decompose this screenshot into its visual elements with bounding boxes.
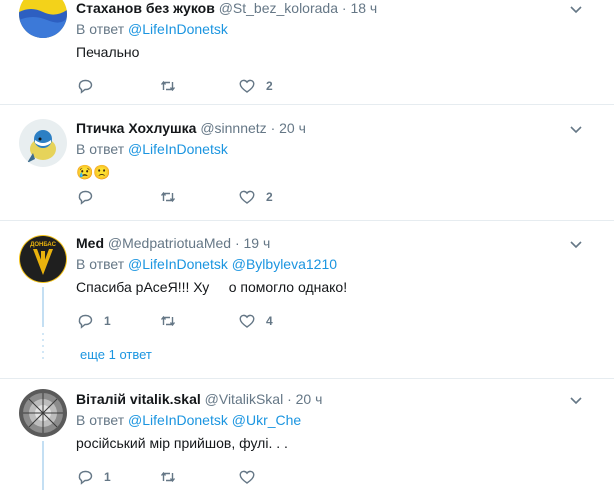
reply-context: В ответ @LifeInDonetsk [76,19,614,39]
like-icon [239,314,255,328]
like-icon [239,470,255,484]
display-name[interactable]: Med [76,235,104,251]
thread-line [42,287,44,327]
mention-link[interactable]: @LifeInDonetsk [128,141,228,157]
svg-text:ДОНБАС: ДОНБАС [30,242,57,248]
tweet-text: Печально [76,44,140,60]
reply-button[interactable] [76,76,104,96]
reply-prefix: В ответ [76,21,125,37]
tweet-text: Спасиба рАсеЯ!!! Ху о помогло однако! [76,279,348,295]
mention-link[interactable]: @LifeInDonetsk [128,21,228,37]
reply-icon [78,190,93,205]
reply-icon [78,314,93,329]
retweet-icon [160,191,176,203]
user-handle[interactable]: @MedpatriotuaMed [108,235,231,251]
reply-button[interactable]: 1 [76,311,111,331]
like-button[interactable]: 2 [238,76,273,96]
display-name[interactable]: Птичка Хохлушка [76,120,196,136]
reply-icon [78,470,93,485]
avatar[interactable]: ДОНБАС [19,235,67,283]
retweet-button[interactable] [159,467,187,487]
reply-count: 1 [104,470,111,484]
timestamp[interactable]: 20 ч [279,120,306,136]
tweet-text: 😢🙁 [76,164,111,180]
tweet[interactable]: Стаханов без жуков @St_bez_kolorada · 18… [0,0,614,105]
tweet-header: Med @MedpatriotuaMed · 19 ч [76,235,271,251]
retweet-button[interactable] [159,76,187,96]
show-more-replies-link[interactable]: еще 1 ответ [80,347,152,362]
avatar[interactable] [19,0,67,38]
timestamp[interactable]: 20 ч [296,391,323,407]
like-icon [239,79,255,93]
like-button[interactable]: 2 [238,187,273,207]
retweet-button[interactable] [159,187,187,207]
tweet-header: Стаханов без жуков @St_bez_kolorada · 18… [76,0,378,16]
like-icon [239,190,255,204]
retweet-button[interactable] [159,311,187,331]
reply-context: В ответ @LifeInDonetsk [76,139,614,159]
reply-context: В ответ @LifeInDonetsk @Bylbyleva1210 [76,254,614,274]
like-button[interactable] [238,467,266,487]
tweet-actions: 2 [76,76,306,96]
retweet-icon [160,471,176,483]
user-handle[interactable]: @St_bez_kolorada [219,0,338,16]
thread-line [42,441,44,490]
tweet[interactable]: Птичка Хохлушка @sinnnetz · 20 ч В ответ… [0,105,614,221]
reply-count: 1 [104,314,111,328]
avatar[interactable] [19,389,67,437]
tweet-actions: 1 [76,467,306,487]
tweet[interactable]: Віталій vitalik.skal @VitalikSkal · 20 ч… [0,379,614,490]
reply-prefix: В ответ [76,256,125,272]
reply-context: В ответ @LifeInDonetsk @Ukr_Che [76,410,614,430]
like-count: 2 [266,79,273,93]
tweet-text: російський мір прийшов, фулі. . . [76,435,288,451]
mention-link[interactable]: @LifeInDonetsk [128,412,228,428]
retweet-icon [160,80,176,92]
reply-button[interactable] [76,187,104,207]
user-handle[interactable]: @sinnnetz [200,120,266,136]
mention-link[interactable]: @LifeInDonetsk [128,256,228,272]
avatar[interactable] [19,119,67,167]
mention-link[interactable]: @Ukr_Che [232,412,301,428]
retweet-icon [160,315,176,327]
mention-link[interactable]: @Bylbyleva1210 [232,256,337,272]
tweet-actions: 2 [76,187,306,207]
tweet[interactable]: ДОНБАС Med @MedpatriotuaMed · 19 ч В отв… [0,221,614,379]
display-name[interactable]: Віталій vitalik.skal [76,391,201,407]
reply-prefix: В ответ [76,141,125,157]
chevron-down-icon[interactable] [568,2,584,18]
chevron-down-icon[interactable] [568,237,584,253]
reply-icon [78,79,93,94]
display-name[interactable]: Стаханов без жуков [76,0,215,16]
reply-button[interactable]: 1 [76,467,111,487]
chevron-down-icon[interactable] [568,122,584,138]
like-count: 2 [266,190,273,204]
chevron-down-icon[interactable] [568,393,584,409]
like-count: 4 [266,314,273,328]
like-button[interactable]: 4 [238,311,273,331]
timestamp[interactable]: 19 ч [244,235,271,251]
tweet-actions: 1 4 [76,311,306,331]
tweet-header: Віталій vitalik.skal @VitalikSkal · 20 ч [76,391,323,407]
user-handle[interactable]: @VitalikSkal [205,391,284,407]
timestamp[interactable]: 18 ч [350,0,377,16]
reply-prefix: В ответ [76,412,125,428]
tweet-header: Птичка Хохлушка @sinnnetz · 20 ч [76,120,306,136]
